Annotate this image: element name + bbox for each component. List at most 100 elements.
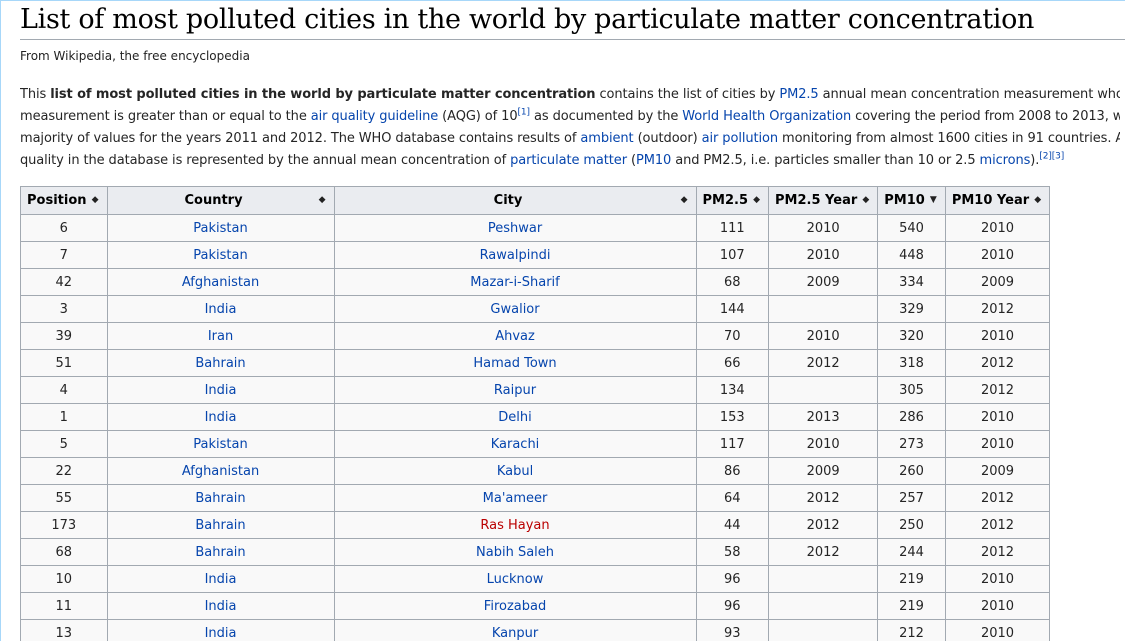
header-pm25[interactable]: PM2.5 ◆ (695, 186, 770, 215)
cell-city: Ma'ameer (333, 484, 697, 512)
intro-text: and PM2.5, i.e. particles smaller than 1… (671, 153, 980, 168)
cell-country: India (106, 592, 335, 620)
cell-pm10-year-value: 2012 (980, 382, 1015, 398)
cell-pm10-value: 448 (899, 247, 924, 263)
header-pm10[interactable]: PM10 ▼ (877, 186, 946, 215)
cell-pm10: 273 (877, 430, 946, 458)
link-ambient[interactable]: ambient (580, 131, 633, 146)
cell-country-link[interactable]: Pakistan (193, 248, 247, 263)
link-air-quality-guideline[interactable]: air quality guideline (311, 109, 438, 124)
cell-pm25-value: 134 (719, 382, 745, 398)
cell-country-link[interactable]: Pakistan (193, 221, 247, 236)
link-particulate-matter[interactable]: particulate matter (510, 153, 627, 168)
cell-country-link[interactable]: India (205, 302, 237, 317)
cell-pm10: 212 (877, 619, 946, 641)
cell-country: Bahrain (106, 511, 335, 539)
cell-city: Ahvaz (333, 322, 697, 350)
cell-country-link[interactable]: India (205, 410, 237, 425)
cell-city-link[interactable]: Ma'ameer (483, 491, 548, 506)
intro-bold-topic: list of most polluted cities in the worl… (50, 87, 596, 102)
reference-1[interactable]: [1] (518, 108, 531, 118)
cell-city-link[interactable]: Lucknow (487, 572, 544, 587)
cell-city-link[interactable]: Gwalior (490, 302, 539, 317)
header-city[interactable]: City ◆ (333, 186, 697, 215)
link-microns[interactable]: microns (980, 153, 1031, 168)
header-pm25-year[interactable]: PM2.5 Year ◆ (768, 186, 879, 215)
cell-position-value: 42 (55, 274, 73, 290)
cell-pm10-value: 334 (899, 274, 924, 290)
link-world-health-organization[interactable]: World Health Organization (682, 109, 851, 124)
reference-2[interactable]: [2] (1039, 152, 1052, 162)
header-country[interactable]: Country ◆ (106, 186, 335, 215)
cell-position-value: 1 (59, 409, 68, 425)
cell-country-link[interactable]: India (205, 626, 237, 641)
cell-country-link[interactable]: India (205, 572, 237, 587)
header-pm10-year[interactable]: PM10 Year ◆ (944, 186, 1051, 215)
table-row: 42 Afghanistan Mazar-i-Sharif 68 2009 334 2009 (20, 268, 1051, 296)
cell-pm25-year: 2010 (768, 241, 879, 269)
cell-city-link[interactable]: Delhi (498, 410, 531, 425)
sort-both-icon: ◆ (318, 195, 326, 205)
cell-city-link[interactable]: Peshwar (488, 221, 542, 236)
cell-pm10-year: 2012 (944, 511, 1051, 539)
cell-country-link[interactable]: Bahrain (195, 356, 245, 371)
cell-country: Iran (106, 322, 335, 350)
cell-city-link[interactable]: Nabih Saleh (476, 545, 554, 560)
cell-city-link[interactable]: Mazar-i-Sharif (470, 275, 559, 290)
cell-city-link[interactable]: Karachi (491, 437, 540, 452)
cell-pm25: 96 (695, 565, 770, 593)
cell-country-link[interactable]: India (205, 599, 237, 614)
sort-both-icon: ◆ (680, 195, 688, 205)
cell-city-link[interactable]: Kanpur (492, 626, 538, 641)
intro-text: (outdoor) (633, 131, 702, 146)
cell-pm25-year-value: 2012 (806, 355, 840, 371)
table-row: 10 India Lucknow 96 219 2010 (20, 565, 1051, 593)
cell-position: 10 (20, 565, 108, 593)
cell-position-value: 11 (55, 598, 73, 614)
cell-country-link[interactable]: Afghanistan (182, 464, 259, 479)
cell-pm10-year-value: 2009 (980, 274, 1015, 290)
cell-city-link[interactable]: Rawalpindi (480, 248, 551, 263)
cell-city-link[interactable]: Hamad Town (473, 356, 556, 371)
cell-pm25-value: 86 (723, 463, 741, 479)
cell-pm10-year: 2012 (944, 484, 1051, 512)
cell-pm10: 219 (877, 565, 946, 593)
cell-country-link[interactable]: Bahrain (195, 491, 245, 506)
cell-city-link[interactable]: Ras Hayan (480, 518, 549, 533)
intro-text: measurement is greater than or equal to … (20, 109, 311, 124)
table-row: 11 India Firozabad 96 219 2010 (20, 592, 1051, 620)
link-pm25[interactable]: PM2.5 (779, 87, 818, 102)
cell-pm10-year: 2012 (944, 295, 1051, 323)
intro-text: monitoring from almost 1600 cities in 91… (777, 131, 1120, 146)
cell-country-link[interactable]: Bahrain (195, 518, 245, 533)
cell-country-link[interactable]: Afghanistan (182, 275, 259, 290)
cell-country: India (106, 295, 335, 323)
link-air-pollution[interactable]: air pollution (702, 131, 778, 146)
header-position[interactable]: Position ◆ (20, 186, 108, 215)
cell-city-link[interactable]: Kabul (497, 464, 533, 479)
table-row: 5 Pakistan Karachi 117 2010 273 2010 (20, 430, 1051, 458)
left-border (0, 0, 1, 641)
intro-line-1: This list of most polluted cities in the… (20, 84, 1120, 106)
cell-pm25-value: 96 (723, 598, 741, 614)
cell-country-link[interactable]: Iran (208, 329, 233, 344)
cell-pm10-year-value: 2012 (980, 301, 1015, 317)
cell-country: Pakistan (106, 241, 335, 269)
cell-pm10-year-value: 2012 (980, 355, 1015, 371)
link-pm10[interactable]: PM10 (636, 153, 671, 168)
cell-pm25-value: 111 (719, 220, 745, 236)
cell-pm25-year-value: 2010 (806, 247, 840, 263)
cell-country-link[interactable]: India (205, 383, 237, 398)
cell-country-link[interactable]: Bahrain (195, 545, 245, 560)
cell-city-link[interactable]: Ahvaz (495, 329, 535, 344)
cell-country: India (106, 403, 335, 431)
cell-city-link[interactable]: Raipur (494, 383, 536, 398)
cell-pm25-year-value: 2009 (806, 463, 840, 479)
reference-3[interactable]: [3] (1052, 152, 1065, 162)
cell-pm25-value: 68 (723, 274, 741, 290)
cell-pm10-value: 318 (899, 355, 924, 371)
cell-pm25-year-value: 2010 (806, 436, 840, 452)
cell-pm10: 250 (877, 511, 946, 539)
cell-country-link[interactable]: Pakistan (193, 437, 247, 452)
cell-city-link[interactable]: Firozabad (484, 599, 546, 614)
